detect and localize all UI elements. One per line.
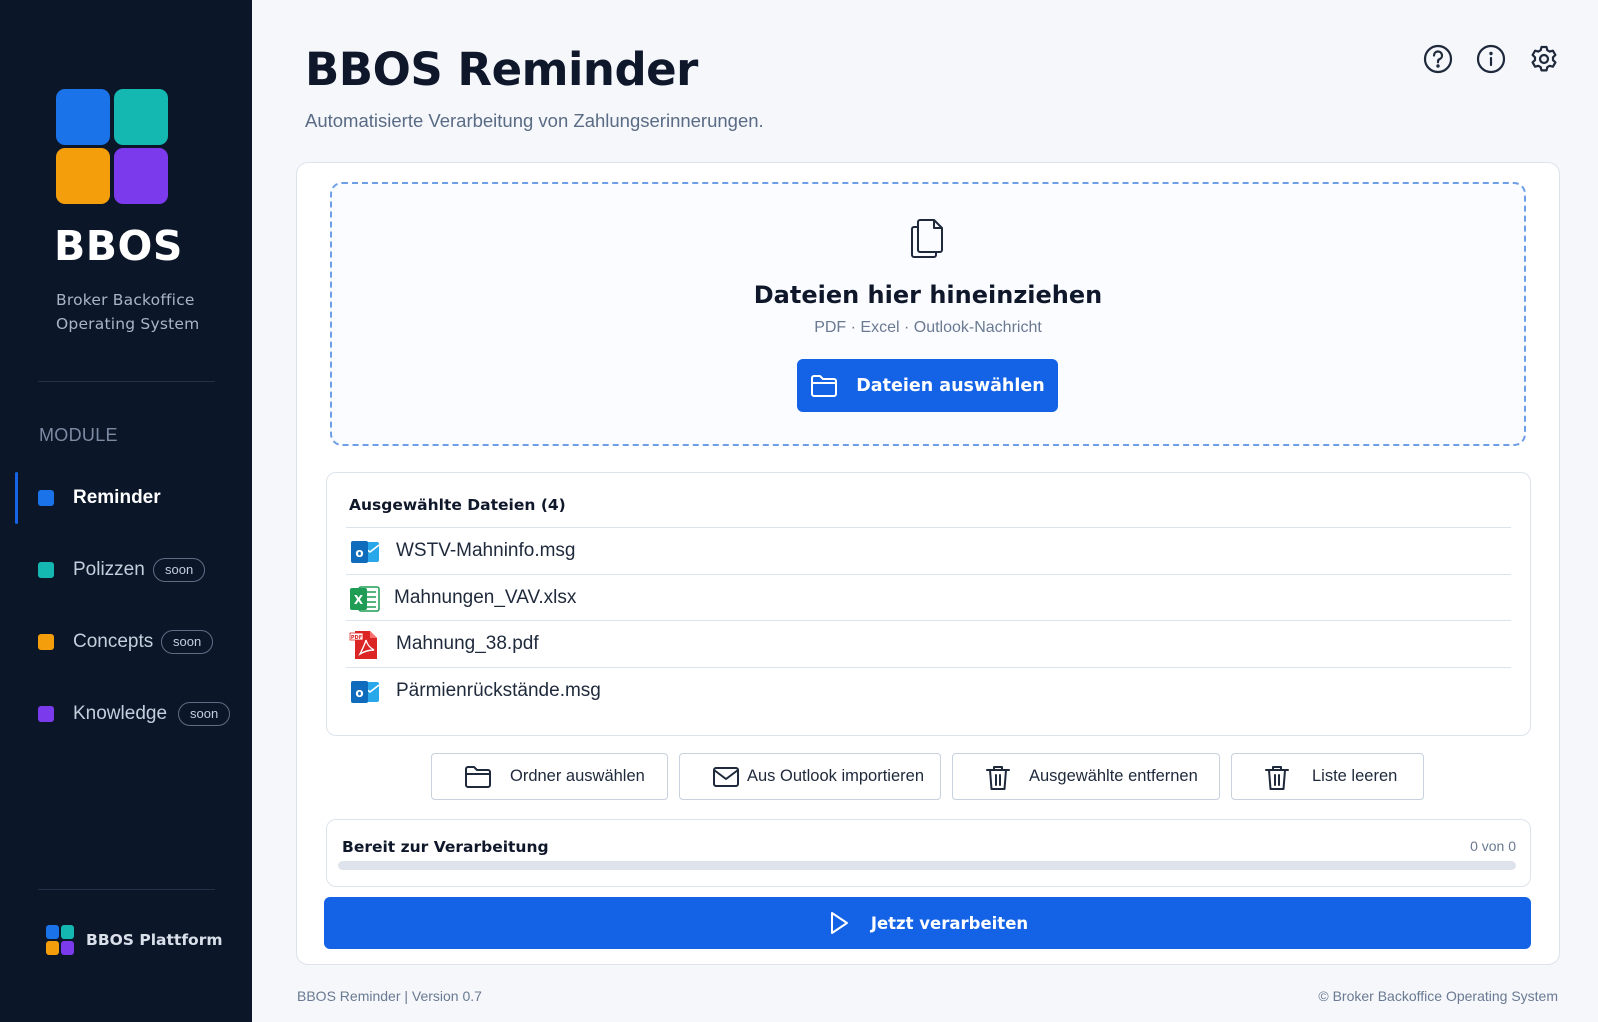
page-title: BBOS Reminder <box>305 43 698 96</box>
select-folder-label: Ordner auswählen <box>510 767 645 785</box>
remove-selected-label: Ausgewählte entfernen <box>1029 767 1198 785</box>
file-name: WSTV-Mahninfo.msg <box>396 540 576 561</box>
import-outlook-label: Aus Outlook importieren <box>747 767 924 785</box>
file-name: Mahnungen_VAV.xlsx <box>394 587 577 608</box>
bbos-logo-icon <box>56 89 168 204</box>
section-label: MODULE <box>39 425 118 445</box>
clear-list-label: Liste leeren <box>1312 767 1398 785</box>
footer-version: BBOS Reminder | Version 0.7 <box>297 988 482 1004</box>
file-row[interactable]: o WSTV-Mahninfo.msg <box>346 528 1511 574</box>
svg-text:X: X <box>354 593 364 607</box>
trash-icon <box>1265 766 1289 790</box>
module-dot-icon <box>38 706 54 722</box>
remove-selected-button[interactable]: Ausgewählte entfernen <box>952 753 1220 800</box>
clear-list-button[interactable]: Liste leeren <box>1231 753 1424 800</box>
help-icon[interactable] <box>1422 43 1454 75</box>
brand-name: BBOS <box>54 222 183 270</box>
platform-logo-icon <box>46 925 74 955</box>
sidebar-item-knowledge[interactable]: Knowledge soon <box>0 688 252 740</box>
sidebar-divider <box>38 889 215 890</box>
svg-text:o: o <box>355 546 363 560</box>
pdf-file-icon: PDF <box>349 631 377 659</box>
sidebar-item-concepts[interactable]: Concepts soon <box>0 616 252 668</box>
choose-files-button[interactable]: Dateien auswählen <box>797 359 1058 412</box>
footer-copyright: © Broker Backoffice Operating System <box>1318 988 1558 1004</box>
sidebar-item-reminder[interactable]: Reminder <box>0 472 252 524</box>
folder-icon <box>465 766 491 788</box>
svg-text:o: o <box>355 686 363 700</box>
info-icon[interactable] <box>1475 43 1507 75</box>
brand-subtitle: Broker Backoffice Operating System <box>56 288 199 336</box>
soon-badge: soon <box>178 702 231 726</box>
sidebar-item-label: Concepts <box>73 631 154 652</box>
import-outlook-button[interactable]: Aus Outlook importieren <box>679 753 941 800</box>
progress-bar <box>338 861 1516 870</box>
soon-badge: soon <box>153 558 206 582</box>
dropzone-title: Dateien hier hineinziehen <box>753 281 1103 309</box>
page-subtitle: Automatisierte Verarbeitung von Zahlungs… <box>305 110 764 131</box>
soon-badge: soon <box>161 630 214 654</box>
sidebar-divider <box>38 381 215 382</box>
sidebar-item-label: Reminder <box>73 487 161 508</box>
trash-icon <box>986 766 1010 790</box>
file-name: Mahnung_38.pdf <box>396 633 539 654</box>
platform-link[interactable]: BBOS Plattform <box>46 925 223 955</box>
choose-files-label: Dateien auswählen <box>856 375 1045 396</box>
gear-icon[interactable] <box>1528 43 1560 75</box>
progress-label: Bereit zur Verarbeitung <box>342 838 549 856</box>
svg-text:PDF: PDF <box>351 635 362 641</box>
mail-icon <box>713 767 739 787</box>
sidebar-item-label: Polizzen <box>73 559 145 580</box>
outlook-file-icon: o <box>351 681 380 703</box>
play-icon <box>830 912 848 934</box>
brand-subtitle-line2: Operating System <box>56 315 200 333</box>
platform-label: BBOS Plattform <box>86 931 223 949</box>
sidebar-item-polizzen[interactable]: Polizzen soon <box>0 544 252 596</box>
module-dot-icon <box>38 634 54 650</box>
file-row[interactable]: o Pärmienrückstände.msg <box>346 668 1511 714</box>
select-folder-button[interactable]: Ordner auswählen <box>431 753 668 800</box>
run-processing-button[interactable]: Jetzt verarbeiten <box>324 897 1531 949</box>
dropzone-subtitle: PDF · Excel · Outlook-Nachricht <box>814 319 1042 336</box>
file-row[interactable]: X Mahnungen_VAV.xlsx <box>346 575 1511 621</box>
selected-files-heading: Ausgewählte Dateien (4) <box>349 496 566 514</box>
module-dot-icon <box>38 562 54 578</box>
excel-file-icon: X <box>350 586 380 612</box>
outlook-file-icon: o <box>351 541 380 563</box>
run-processing-label: Jetzt verarbeiten <box>870 913 1029 933</box>
module-dot-icon <box>38 490 54 506</box>
file-name: Pärmienrückstände.msg <box>396 680 601 701</box>
progress-count: 0 von 0 <box>1470 838 1516 854</box>
file-row[interactable]: PDF Mahnung_38.pdf <box>346 621 1511 667</box>
folder-icon <box>811 374 838 397</box>
sidebar-item-label: Knowledge <box>73 703 168 724</box>
brand-subtitle-line1: Broker Backoffice <box>56 291 195 309</box>
sidebar: BBOS Broker Backoffice Operating System … <box>0 0 252 1022</box>
files-icon <box>908 217 946 259</box>
